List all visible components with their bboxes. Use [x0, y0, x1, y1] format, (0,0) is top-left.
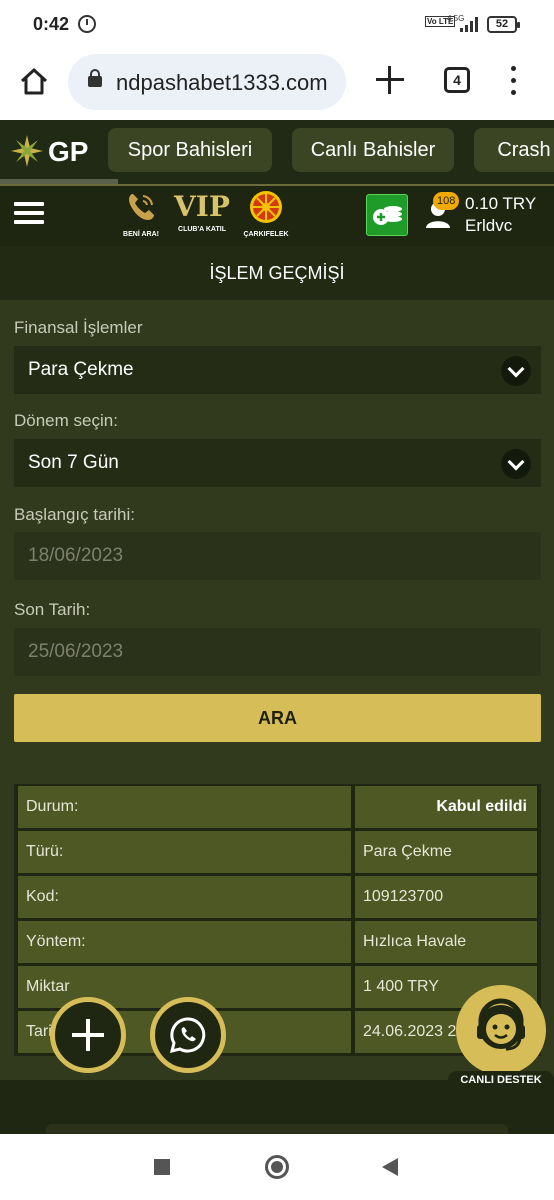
- period-select[interactable]: Son 7 Gün: [14, 439, 541, 487]
- star-icon: [11, 135, 43, 167]
- start-date-field[interactable]: 18/06/2023: [14, 532, 541, 580]
- lock-icon: [88, 69, 102, 87]
- promo-vip-label: CLUB'A KATIL: [178, 226, 226, 233]
- promo-call-label: BENİ ARA!: [123, 231, 159, 238]
- signal-icon: [460, 17, 478, 32]
- home-nav-icon[interactable]: [265, 1155, 289, 1179]
- row-type-value: Para Çekme: [355, 831, 537, 873]
- page-header: İŞLEM GEÇMİŞİ: [0, 246, 554, 300]
- add-fab-button[interactable]: [50, 997, 126, 1073]
- account-bar: BENİ ARA! VIP CLUB'A KATIL ÇARKIFELEK 10…: [0, 184, 554, 246]
- vip-logo: VIP: [174, 190, 230, 223]
- balance-amount: 0.10 TRY: [465, 194, 537, 213]
- site-navigation: GP Spor Bahisleri Canlı Bahisler Crash: [0, 120, 554, 184]
- transaction-history-form: Finansal İşlemler Para Çekme Dönem seçin…: [0, 300, 554, 1080]
- address-bar[interactable]: ndpashabet1333.com: [68, 54, 346, 110]
- tab-live-betting[interactable]: Canlı Bahisler: [292, 128, 454, 172]
- end-date-value: 25/06/2023: [28, 641, 124, 662]
- end-date-field[interactable]: 25/06/2023: [14, 628, 541, 676]
- start-date-value: 18/06/2023: [28, 545, 124, 566]
- back-icon[interactable]: [382, 1158, 398, 1176]
- status-bar: 0:42 Vo LTE 4.5G 52: [0, 0, 554, 50]
- tab-crash[interactable]: Crash: [474, 128, 554, 172]
- row-method-key: Yöntem:: [18, 921, 351, 963]
- overflow-menu-icon[interactable]: [508, 66, 518, 96]
- site-logo[interactable]: GP: [8, 132, 118, 172]
- promo-vip[interactable]: VIP CLUB'A KATIL: [172, 190, 232, 233]
- home-icon[interactable]: [18, 65, 50, 97]
- row-code-value: 109123700: [355, 876, 537, 918]
- logo-text: GP: [48, 136, 89, 167]
- new-tab-icon[interactable]: [376, 66, 404, 94]
- promo-wheel-label: ÇARKIFELEK: [243, 231, 289, 238]
- battery-icon: 52: [487, 16, 520, 33]
- deposit-button[interactable]: [366, 194, 408, 236]
- url-text: ndpashabet1333.com: [116, 70, 328, 95]
- chevron-down-icon: [501, 449, 531, 479]
- whatsapp-icon: [169, 1017, 206, 1054]
- promo-wheel[interactable]: ÇARKIFELEK: [238, 190, 294, 238]
- chevron-down-icon: [501, 356, 531, 386]
- wheel-icon: [250, 191, 282, 223]
- row-status-value: Kabul edildi: [355, 786, 537, 828]
- period-value: Son 7 Gün: [28, 452, 119, 473]
- live-support-button[interactable]: CANLI DESTEK: [448, 985, 554, 1091]
- system-navigation-bar: [0, 1134, 554, 1200]
- end-date-label: Son Tarih:: [14, 600, 91, 619]
- page-title: İŞLEM GEÇMİŞİ: [209, 263, 345, 283]
- period-label: Dönem seçin:: [14, 411, 118, 430]
- financial-type-select[interactable]: Para Çekme: [14, 346, 541, 394]
- row-method-value: Hızlıca Havale: [355, 921, 537, 963]
- headset-icon: [477, 998, 525, 1051]
- financial-type-label: Finansal İşlemler: [14, 318, 143, 337]
- row-code-key: Kod:: [18, 876, 351, 918]
- status-time: 0:42: [33, 14, 70, 34]
- promo-call-me[interactable]: BENİ ARA!: [116, 190, 166, 238]
- support-label: CANLI DESTEK: [448, 1071, 554, 1089]
- notification-badge: 108: [433, 192, 460, 210]
- start-date-label: Başlangıç tarihi:: [14, 505, 135, 524]
- support-circle: [456, 985, 546, 1075]
- phone-icon: [129, 194, 154, 220]
- tab-switcher-button[interactable]: 4: [444, 67, 470, 93]
- username: Erldvc: [465, 216, 513, 235]
- search-button[interactable]: ARA: [14, 694, 541, 742]
- whatsapp-button[interactable]: [150, 997, 226, 1073]
- tab-sports-betting[interactable]: Spor Bahisleri: [108, 128, 272, 172]
- hamburger-menu-icon[interactable]: [14, 202, 44, 224]
- recents-icon[interactable]: [154, 1159, 170, 1175]
- financial-type-value: Para Çekme: [28, 359, 134, 380]
- alarm-icon: [78, 15, 96, 33]
- row-status-key: Durum:: [18, 786, 351, 828]
- money-icon: [373, 206, 402, 225]
- row-type-key: Türü:: [18, 831, 351, 873]
- browser-toolbar: ndpashabet1333.com 4: [0, 50, 554, 120]
